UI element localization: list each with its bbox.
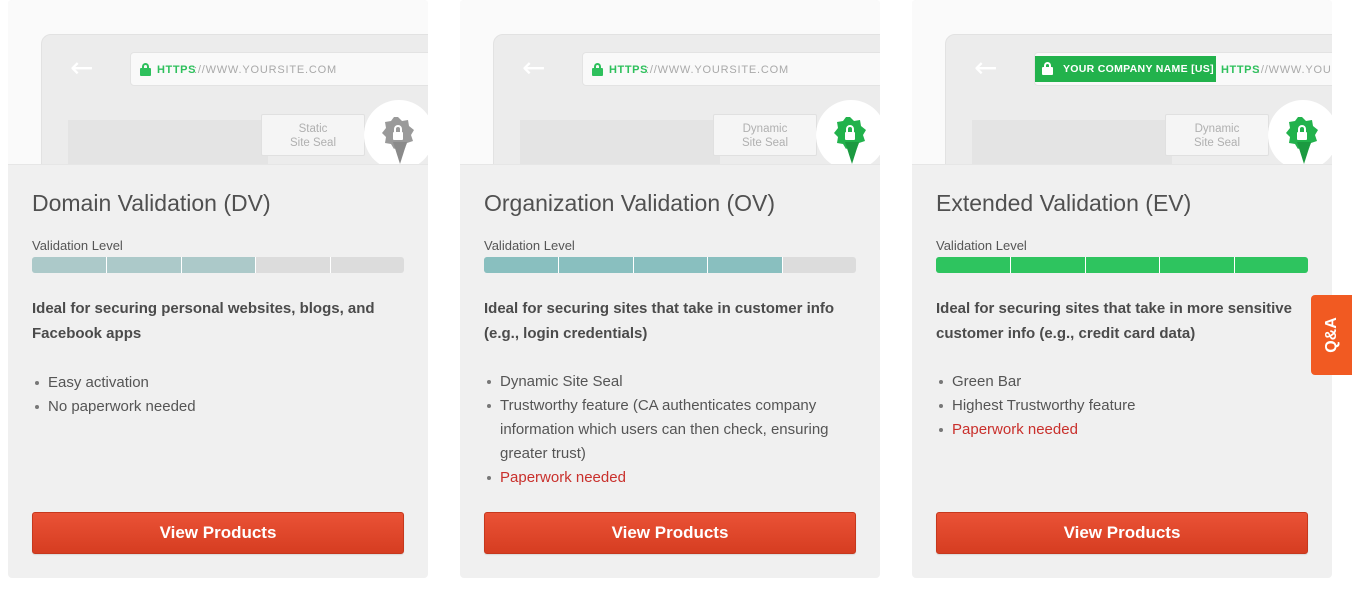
view-products-button[interactable]: View Products (484, 512, 856, 554)
card-description: Ideal for securing sites that take in cu… (484, 300, 835, 342)
feature-list: Dynamic Site Seal Trustworthy feature (C… (484, 370, 874, 490)
company-name-pill: YOUR COMPANY NAME [US] (1035, 56, 1216, 82)
qa-tab-label: Q&A (1322, 317, 1340, 353)
validation-level-bar (32, 257, 404, 273)
ssl-comparison: ← HTTPS ://WWW.YOURSITE.COM Static Site … (0, 0, 1352, 590)
seal-label-line2: Site Seal (289, 137, 337, 149)
url-domain: ://WWW.YOU (1257, 64, 1332, 76)
back-arrow-icon: ← (974, 51, 998, 84)
bar-segment-divider (558, 257, 560, 273)
validation-level-bar (484, 257, 856, 273)
site-seal-label: Static Site Seal (261, 114, 365, 156)
bar-segment-divider (632, 257, 634, 273)
browser-illustration: ← HTTPS ://WWW.YOURSITE.COM Static Site … (8, 0, 428, 165)
browser-illustration: ← YOUR COMPANY NAME [US] HTTPS ://WWW.YO… (912, 0, 1332, 165)
seal-ribbon (1297, 142, 1311, 164)
site-seal-label: Dynamic Site Seal (1165, 114, 1269, 156)
seal-label-line1: Dynamic (742, 123, 788, 135)
seal-ribbon (393, 142, 407, 164)
qa-side-tab[interactable]: Q&A (1311, 295, 1352, 375)
bar-segment-divider (1084, 257, 1086, 273)
url-domain: ://WWW.YOURSITE.COM (646, 64, 789, 76)
card-title: Organization Validation (OV) (484, 190, 776, 216)
bar-segment-divider (707, 257, 709, 273)
page-content-placeholder (972, 120, 1172, 164)
browser-illustration: ← HTTPS ://WWW.YOURSITE.COM Dynamic Site… (460, 0, 880, 165)
url-domain: ://WWW.YOURSITE.COM (194, 64, 337, 76)
seal-label-line1: Dynamic (1194, 123, 1240, 135)
feature-list: Easy activation No paperwork needed (32, 371, 422, 419)
company-name: YOUR COMPANY NAME [US] (1063, 63, 1214, 75)
validation-level-label: Validation Level (484, 238, 575, 253)
feature-item-warning: Paperwork needed (936, 418, 1326, 442)
card-description: Ideal for securing personal websites, bl… (32, 300, 375, 342)
feature-item-warning: Paperwork needed (484, 466, 874, 490)
feature-item: Green Bar (936, 370, 1326, 394)
view-products-button[interactable]: View Products (32, 512, 404, 554)
seal-label-line2: Site Seal (741, 137, 789, 149)
url-https: HTTPS (157, 64, 197, 76)
address-bar: YOUR COMPANY NAME [US] HTTPS ://WWW.YOU (1034, 52, 1332, 86)
card-organization-validation: ← HTTPS ://WWW.YOURSITE.COM Dynamic Site… (460, 0, 880, 578)
address-bar: HTTPS ://WWW.YOURSITE.COM (582, 52, 880, 86)
bar-segment-divider (781, 257, 783, 273)
validation-level-label: Validation Level (32, 238, 123, 253)
feature-item: No paperwork needed (32, 395, 422, 419)
card-description: Ideal for securing sites that take in mo… (936, 300, 1292, 342)
feature-item: Easy activation (32, 371, 422, 395)
back-arrow-icon: ← (70, 51, 94, 84)
seal-label-line1: Static (298, 123, 328, 135)
card-title: Domain Validation (DV) (32, 190, 271, 216)
address-bar: HTTPS ://WWW.YOURSITE.COM (130, 52, 428, 86)
feature-item: Dynamic Site Seal (484, 370, 874, 394)
bar-segment-divider (180, 257, 182, 273)
feature-item: Trustworthy feature (CA authenticates co… (484, 394, 874, 466)
lock-icon (1042, 62, 1053, 75)
card-domain-validation: ← HTTPS ://WWW.YOURSITE.COM Static Site … (8, 0, 428, 578)
lock-icon (140, 63, 151, 76)
url-https: HTTPS (1221, 64, 1261, 76)
bar-segment-divider (1010, 257, 1012, 273)
bar-segment-divider (1233, 257, 1235, 273)
site-seal-label: Dynamic Site Seal (713, 114, 817, 156)
validation-level-label: Validation Level (936, 238, 1027, 253)
card-extended-validation: ← YOUR COMPANY NAME [US] HTTPS ://WWW.YO… (912, 0, 1332, 578)
card-title: Extended Validation (EV) (936, 190, 1192, 216)
bar-segment-divider (1159, 257, 1161, 273)
feature-list: Green Bar Highest Trustworthy feature Pa… (936, 370, 1326, 442)
seal-label-line2: Site Seal (1193, 137, 1241, 149)
feature-item: Highest Trustworthy feature (936, 394, 1326, 418)
bar-segment-divider (329, 257, 331, 273)
validation-level-fill (32, 257, 256, 273)
url-https: HTTPS (609, 64, 649, 76)
seal-ribbon (845, 142, 859, 164)
lock-icon (592, 63, 603, 76)
page-content-placeholder (68, 120, 268, 164)
bar-segment-divider (255, 257, 257, 273)
validation-level-bar (936, 257, 1308, 273)
page-content-placeholder (520, 120, 720, 164)
bar-segment-divider (106, 257, 108, 273)
validation-level-fill (936, 257, 1308, 273)
view-products-button[interactable]: View Products (936, 512, 1308, 554)
back-arrow-icon: ← (522, 51, 546, 84)
